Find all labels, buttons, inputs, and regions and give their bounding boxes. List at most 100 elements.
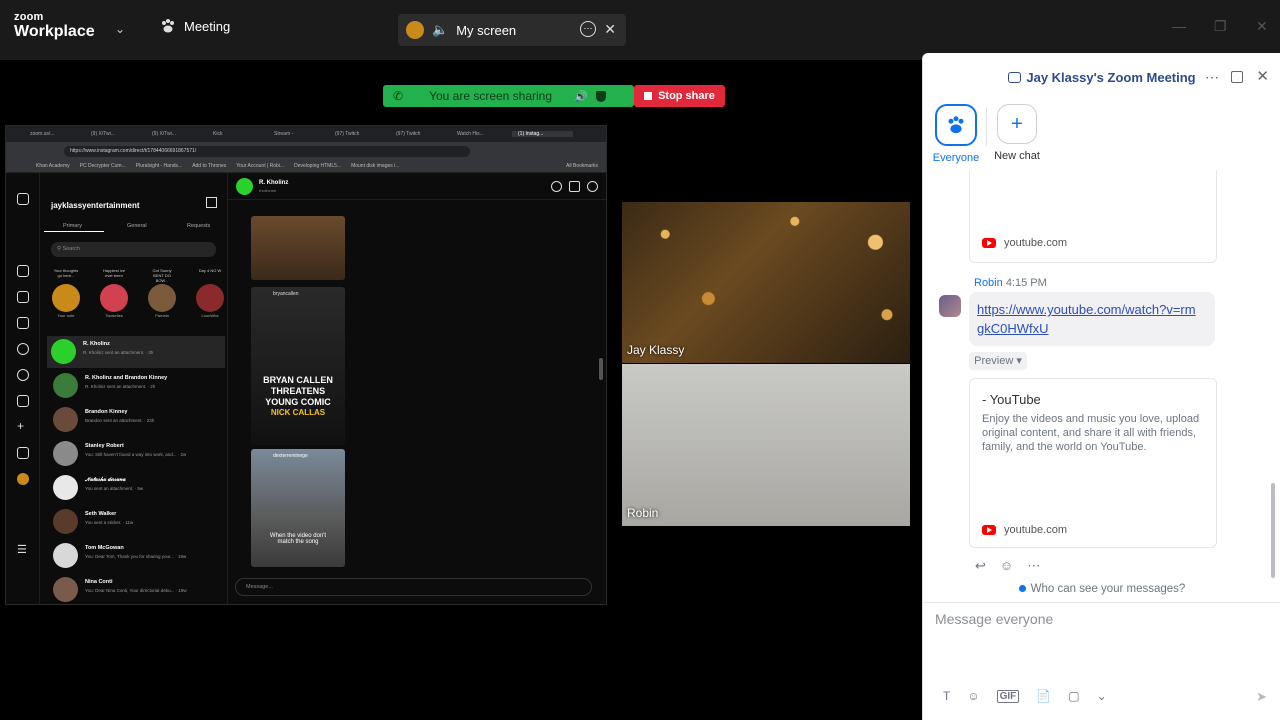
chat-bubble-icon <box>1008 72 1022 83</box>
message-link[interactable]: https://www.youtube.com/watch?v=rmgkC0HW… <box>977 300 1202 338</box>
conversation-item[interactable]: Seth Walker You sent a sticker. · 11w <box>49 506 224 538</box>
link-preview-card[interactable]: - YouTube Enjoy the videos and music you… <box>969 378 1217 548</box>
conversation-item[interactable]: 𝒩𝒶𝓉𝒶𝓈𝒽𝒶 𝒹𝒾𝓈𝓈𝒶𝓃𝒶 You sent an attachment. … <box>49 472 224 504</box>
account-name[interactable]: jaykIassyentertainment <box>51 201 140 210</box>
stop-share-button[interactable]: Stop share <box>634 85 725 107</box>
address-bar[interactable]: https://www.instagram.com/direct/t/17844… <box>64 145 470 157</box>
profile-avatar-icon[interactable] <box>17 473 29 485</box>
tab-requests[interactable]: Requests <box>187 223 210 229</box>
channel-everyone[interactable]: Everyone <box>921 104 991 164</box>
bookmark-item[interactable]: Pluralsight - Hands... <box>136 163 182 169</box>
bookmark-item[interactable]: PC Decrypter Cum... <box>80 163 126 169</box>
tab-primary[interactable]: Primary <box>63 223 82 229</box>
note-item[interactable]: Day 4 NO W LoonWhe <box>195 268 225 318</box>
close-panel-icon[interactable]: ✕ <box>1256 67 1269 85</box>
volume-icon[interactable]: 🔊 <box>574 90 588 103</box>
reel-attachment[interactable]: dexterreminege When the video don't matc… <box>251 449 345 567</box>
browser-tab[interactable]: (9) X/Twi... <box>85 131 146 137</box>
file-icon[interactable]: 📄 <box>1036 689 1051 703</box>
chevron-down-icon[interactable]: ⌄ <box>115 22 125 36</box>
compose-icon[interactable] <box>206 197 217 208</box>
create-icon[interactable]: + <box>17 420 27 432</box>
info-icon[interactable] <box>587 181 598 192</box>
bookmark-item[interactable]: Khan Academy <box>36 163 70 169</box>
heart-icon[interactable] <box>17 395 29 407</box>
pop-out-icon[interactable] <box>1231 71 1243 83</box>
reply-icon[interactable]: ↩ <box>975 558 986 574</box>
link-preview-card[interactable]: youtube.com <box>969 170 1217 263</box>
home-icon[interactable] <box>17 265 29 277</box>
conversation-preview: Brandon sent an attachment. · 23h <box>85 418 155 423</box>
scrollbar[interactable] <box>1271 483 1275 578</box>
sender-name[interactable]: Robin <box>974 277 1003 289</box>
new-chat-button[interactable]: + New chat <box>982 104 1052 162</box>
meeting-button[interactable]: Meeting <box>160 18 230 34</box>
meeting-title-text: Jay Klassy's Zoom Meeting <box>1026 70 1196 85</box>
bookmark-item[interactable]: Add to Thrones <box>192 163 226 169</box>
close-icon[interactable]: ✕ <box>604 21 616 38</box>
maximize-icon[interactable]: ❐ <box>1214 18 1227 35</box>
minimize-icon[interactable]: — <box>1172 18 1186 34</box>
meeting-chat-panel: Jay Klassy's Zoom Meeting ⋯ ✕ Everyone +… <box>922 53 1280 720</box>
explore-icon[interactable] <box>17 369 29 381</box>
menu-icon[interactable]: ☰ <box>17 545 27 556</box>
note-item[interactable]: Your thoughts go here... Your note <box>51 268 81 318</box>
send-icon[interactable]: ➤ <box>1256 689 1267 705</box>
chat-contact-name[interactable]: R. Kholinz <box>259 180 288 186</box>
video-tile[interactable]: Jay Klassy <box>622 202 910 363</box>
video-call-icon[interactable] <box>569 181 580 192</box>
reels-icon[interactable] <box>17 291 29 303</box>
browser-tab[interactable]: Watch His... <box>451 131 512 137</box>
conversation-item[interactable]: Brandon Kinney Brandon sent an attachmen… <box>49 404 224 436</box>
note-item[interactable]: Happiest ive ever been Twoseties <box>99 268 129 318</box>
reel-attachment[interactable] <box>251 216 345 280</box>
bookmark-item[interactable]: Your Account | Robi... <box>236 163 284 169</box>
all-bookmarks[interactable]: All Bookmarks <box>566 163 598 169</box>
conversation-item[interactable]: Stanley Robert You: Still haven't found … <box>49 438 224 470</box>
emoji-icon[interactable]: ☺ <box>967 689 979 703</box>
screenshot-icon[interactable]: ▢ <box>1068 689 1079 703</box>
search-icon[interactable] <box>17 343 29 355</box>
message-composer[interactable]: Message everyone <box>935 611 1053 627</box>
my-screen-control[interactable]: 🔈 My screen ⋯ ✕ <box>398 14 626 46</box>
conversation-item[interactable]: R. Kholinz and Brandon Kinney R. Kholinz… <box>49 370 224 402</box>
who-can-see-link[interactable]: Who can see your messages? <box>923 583 1280 595</box>
browser-tab[interactable]: Kick <box>207 131 268 137</box>
tab-general[interactable]: General <box>127 223 147 229</box>
browser-tab[interactable]: Stream - <box>268 131 329 137</box>
note-item[interactable]: Got Sunny BENT DO BOW... Pamela <box>147 268 177 318</box>
reel-attachment[interactable]: bryancallen BRYAN CALLEN THREATENS YOUNG… <box>251 287 345 445</box>
zoom-workplace-logo[interactable]: zoom Workplace <box>14 12 95 40</box>
scrollbar[interactable] <box>599 358 603 380</box>
more-icon[interactable]: ⋯ <box>1027 558 1040 574</box>
chevron-down-icon[interactable]: ⌄ <box>1097 689 1107 703</box>
inbox-search-input[interactable]: ⚲ Search <box>51 242 216 257</box>
more-options-icon[interactable]: ⋯ <box>1205 69 1219 86</box>
message-input[interactable]: Message... <box>235 578 592 596</box>
card-description: Enjoy the videos and music you love, upl… <box>982 413 1200 453</box>
conversation-item[interactable]: Tom McGowan You: Dear Tom, Thank you for… <box>49 540 224 572</box>
browser-tab[interactable]: (97) Twitch <box>390 131 451 137</box>
conversation-item[interactable]: Nina Conti You: Dear Nina Conti, Your di… <box>49 574 224 604</box>
browser-tab-active[interactable]: (1) Instag... <box>512 131 573 137</box>
browser-tab[interactable]: (9) X/Twi... <box>146 131 207 137</box>
preview-toggle[interactable]: Preview ▾ <box>969 352 1027 370</box>
emoji-reaction-icon[interactable]: ☺ <box>1000 558 1013 574</box>
bookmark-item[interactable]: Developing HTML5... <box>294 163 341 169</box>
dashboard-icon[interactable] <box>17 447 29 459</box>
phone-icon[interactable] <box>551 181 562 192</box>
browser-tab[interactable]: zoom.us/... <box>24 131 85 137</box>
instagram-icon[interactable] <box>17 193 29 205</box>
window-close-icon[interactable]: ✕ <box>1256 18 1268 35</box>
video-tile[interactable]: Robin <box>622 364 910 526</box>
conversation-item[interactable]: R. Kholinz R. Kholinz sent an attachment… <box>47 336 225 368</box>
browser-tab[interactable]: (97) Twitch <box>329 131 390 137</box>
text-format-icon[interactable]: T <box>943 689 950 703</box>
bookmark-item[interactable]: Mount disk images i... <box>351 163 399 169</box>
more-options-icon[interactable]: ⋯ <box>580 21 596 37</box>
avatar[interactable] <box>939 295 961 317</box>
messages-icon[interactable] <box>17 317 29 329</box>
avatar[interactable] <box>236 178 253 195</box>
gif-button[interactable]: GIF <box>996 689 1020 703</box>
speaker-icon[interactable]: 🔈 <box>432 22 448 38</box>
